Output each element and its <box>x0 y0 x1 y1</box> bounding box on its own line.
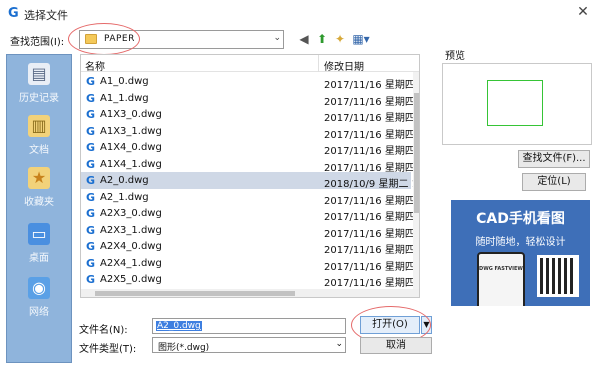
sidebar-item-label: 收藏夹 <box>24 197 54 208</box>
file-row[interactable]: G A2X3_1.dwg 2017/11/16 星期四 ... <box>81 222 419 240</box>
sidebar-item-label: 文档 <box>29 145 49 156</box>
filename-value: A2_0.dwg <box>156 321 202 331</box>
file-row[interactable]: G A1_1.dwg 2017/11/16 星期四 ... <box>81 90 419 108</box>
network-icon: ◉ <box>28 277 50 299</box>
sidebar-item-network[interactable]: ◉ 网络 <box>7 275 71 325</box>
ad-title: CAD手机看图 <box>476 211 565 227</box>
dwg-file-icon: G <box>86 124 96 138</box>
file-row[interactable]: G A2X5_0.dwg 2017/11/16 星期四 ... <box>81 271 419 289</box>
file-name: A2_0.dwg <box>100 175 149 186</box>
favorites-icon: ★ <box>28 167 50 189</box>
drawing-preview-frame <box>487 80 543 126</box>
back-icon[interactable]: ◀ <box>296 30 312 48</box>
dwg-file-icon: G <box>86 273 96 286</box>
file-name: A1X3_1.dwg <box>100 125 162 137</box>
horizontal-scrollbar-thumb[interactable] <box>95 291 295 296</box>
file-row[interactable]: G A1X3_0.dwg 2017/11/16 星期四 ... <box>81 106 419 124</box>
filetype-value: 图形(*.dwg) <box>158 343 210 353</box>
file-name: A1_1.dwg <box>100 92 149 104</box>
find-file-button[interactable]: 查找文件(F)... <box>518 150 590 168</box>
preview-label: 预览 <box>445 51 465 62</box>
file-list[interactable]: 名称 修改日期 G A1_0.dwg 2017/11/16 星期四 ... G A1_1… <box>80 54 420 298</box>
file-name: A1X4_1.dwg <box>100 158 162 170</box>
chevron-down-icon[interactable]: ⌄ <box>335 339 343 349</box>
filetype-label: 文件类型(T): <box>79 344 137 355</box>
ad-subtitle: 随时随地，轻松设计 <box>475 237 566 248</box>
sidebar-item-label: 历史记录 <box>19 93 59 104</box>
annotation-circle <box>68 23 140 55</box>
locate-button[interactable]: 定位(L) <box>522 173 586 191</box>
file-row[interactable]: G A1X4_1.dwg 2017/11/16 星期四 ... <box>81 156 419 174</box>
cancel-button[interactable]: 取消 <box>360 337 432 354</box>
file-name: A2X4_1.dwg <box>100 257 162 269</box>
places-sidebar: ▤ 历史记录 ▥ 文档 ★ 收藏夹 ▭ 桌面 ◉ 网络 <box>6 54 72 363</box>
lookin-label: 查找范围(I): <box>10 37 65 48</box>
dwg-file-icon: G <box>86 240 96 253</box>
sidebar-item-label: 网络 <box>29 307 49 318</box>
dwg-file-icon: G <box>86 75 96 88</box>
file-row[interactable]: G A2X3_0.dwg 2017/11/16 星期四 ... <box>81 205 419 223</box>
sidebar-item-desktop[interactable]: ▭ 桌面 <box>7 221 71 271</box>
file-name: A2X5_0.dwg <box>100 274 162 285</box>
sidebar-item-documents[interactable]: ▥ 文档 <box>7 113 71 163</box>
dwg-file-icon: G <box>86 91 96 105</box>
qr-code-icon <box>537 255 579 297</box>
dwg-file-icon: G <box>86 223 96 237</box>
ad-phone-text: DWG FASTVIEW <box>479 266 523 272</box>
file-row[interactable]: G A2_0.dwg 2018/10/9 星期二 1... <box>81 172 419 190</box>
file-name: A2X3_0.dwg <box>100 208 162 219</box>
app-logo-icon: G <box>8 6 19 21</box>
preview-pane <box>442 63 592 145</box>
new-folder-icon[interactable]: ✦ <box>332 30 348 48</box>
dwg-file-icon: G <box>86 174 96 187</box>
file-name: A2X3_1.dwg <box>100 224 162 236</box>
title-bar: G 选择文件 ✕ <box>0 0 600 26</box>
chevron-down-icon[interactable]: ⌄ <box>273 33 281 43</box>
up-folder-icon[interactable]: ⬆ <box>314 30 330 48</box>
dwg-file-icon: G <box>86 141 96 154</box>
sidebar-item-favorites[interactable]: ★ 收藏夹 <box>7 165 71 215</box>
file-name: A2X4_0.dwg <box>100 241 162 252</box>
phone-icon: DWG FASTVIEW <box>477 252 525 306</box>
dwg-file-icon: G <box>86 190 96 204</box>
view-menu-icon[interactable]: ▦▾ <box>350 30 372 48</box>
file-row[interactable]: G A2_1.dwg 2017/11/16 星期四 ... <box>81 189 419 207</box>
dwg-file-icon: G <box>86 108 96 121</box>
ad-banner[interactable]: CAD手机看图 随时随地，轻松设计 DWG FASTVIEW <box>451 200 590 306</box>
dwg-file-icon: G <box>86 207 96 220</box>
dwg-file-icon: G <box>86 256 96 270</box>
file-row[interactable]: G A2X4_1.dwg 2017/11/16 星期四 ... <box>81 255 419 273</box>
file-row[interactable]: G A2X4_0.dwg 2017/11/16 星期四 ... <box>81 238 419 256</box>
filename-input[interactable]: A2_0.dwg <box>152 318 346 334</box>
column-header-name[interactable]: 名称 <box>85 58 105 73</box>
documents-icon: ▥ <box>28 115 50 137</box>
desktop-icon: ▭ <box>28 223 50 245</box>
close-button[interactable]: ✕ <box>570 1 596 23</box>
file-name: A1X3_0.dwg <box>100 109 162 120</box>
column-header-date[interactable]: 修改日期 <box>324 58 364 73</box>
file-row[interactable]: G A1X3_1.dwg 2017/11/16 星期四 ... <box>81 123 419 141</box>
sidebar-item-label: 桌面 <box>29 253 49 264</box>
column-separator[interactable] <box>318 55 319 72</box>
file-name: A2_1.dwg <box>100 191 149 203</box>
vertical-scrollbar-thumb[interactable] <box>414 93 419 213</box>
filename-label: 文件名(N): <box>79 325 128 336</box>
sidebar-item-history[interactable]: ▤ 历史记录 <box>7 61 71 111</box>
dwg-file-icon: G <box>86 157 96 171</box>
file-row[interactable]: G A1_0.dwg 2017/11/16 星期四 ... <box>81 73 419 91</box>
filetype-select[interactable]: 图形(*.dwg) ⌄ <box>152 337 346 353</box>
history-icon: ▤ <box>28 63 50 85</box>
column-header: 名称 修改日期 <box>81 55 419 73</box>
file-name: A1_0.dwg <box>100 76 149 87</box>
file-row[interactable]: G A1X4_0.dwg 2017/11/16 星期四 ... <box>81 139 419 157</box>
file-name: A1X4_0.dwg <box>100 142 162 153</box>
window-title: 选择文件 <box>24 9 68 22</box>
